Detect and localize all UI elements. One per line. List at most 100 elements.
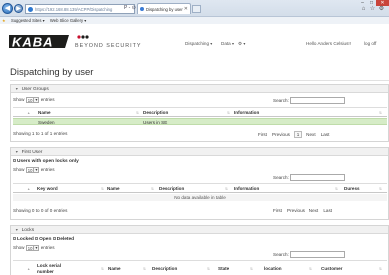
col-information[interactable]: Information — [234, 184, 259, 194]
col-lock-serial-number[interactable]: Lock serial number — [37, 261, 71, 275]
tools-gear-icon[interactable]: ⚙ — [378, 6, 385, 13]
open-locks-filter-label: Users with open locks only — [17, 159, 79, 164]
pager-current-page[interactable]: 1 — [293, 131, 303, 138]
app-header: KABA BEYOND SECURITY Dispatching ▾ Data … — [0, 24, 389, 64]
filter-open-label[interactable]: Open — [39, 237, 51, 242]
pager-first[interactable]: First — [273, 208, 282, 213]
show-label: Show — [13, 245, 25, 251]
back-button[interactable]: ◀ — [2, 3, 13, 14]
sort-icon[interactable]: ⇅ — [225, 184, 228, 194]
search-label: Search: — [273, 98, 289, 103]
length-control: Show 10 ▼ entries — [13, 167, 55, 173]
deleted-checkbox[interactable] — [52, 237, 56, 241]
chevron-down-icon: ▾ — [243, 42, 246, 46]
pager-last[interactable]: Last — [323, 208, 332, 213]
menu-data[interactable]: Data ▾ — [221, 41, 234, 46]
open-checkbox[interactable] — [35, 237, 39, 241]
col-description[interactable]: Description — [152, 261, 177, 275]
filter-locked-label[interactable]: Locked — [17, 237, 34, 242]
col-description[interactable]: Description — [143, 108, 168, 118]
collapse-caret-icon: ▼ — [15, 87, 19, 91]
first-user-header[interactable]: ▼ First User — [11, 148, 388, 156]
search-input[interactable] — [290, 251, 345, 258]
sort-asc-icon[interactable]: ▲ — [27, 184, 30, 194]
col-name[interactable]: Name — [107, 184, 120, 194]
chevron-down-icon[interactable]: ▼ — [33, 97, 40, 103]
chevron-down-icon[interactable]: ▼ — [33, 167, 40, 173]
pager-last[interactable]: Last — [321, 132, 330, 137]
lock-state-filters: Locked Open Deleted — [13, 237, 74, 242]
sort-icon[interactable]: ⇅ — [379, 108, 382, 118]
greeting-link[interactable]: Hello Anders Celsius!! — [306, 41, 351, 46]
table-row[interactable]: Sweden Users in SE — [13, 118, 387, 125]
favorite-suggested-sites[interactable]: Suggested Sites ▾ — [11, 18, 45, 23]
col-information[interactable]: Information — [234, 108, 259, 118]
search-input[interactable] — [290, 174, 345, 181]
col-location[interactable]: location — [264, 261, 282, 275]
col-duress[interactable]: Duress — [344, 184, 360, 194]
sort-icon[interactable]: ⇅ — [250, 261, 253, 275]
favorite-web-slice-gallery[interactable]: Web Slice Gallery ▾ — [50, 18, 86, 23]
sort-icon[interactable]: ⇅ — [207, 261, 210, 275]
sort-icon[interactable]: ⇅ — [379, 261, 382, 275]
sort-icon[interactable]: ⇅ — [379, 184, 382, 194]
col-name[interactable]: Name — [38, 108, 51, 118]
locks-panel: ▼ Locks Locked Open Deleted Show 10 ▼ entr… — [10, 225, 389, 275]
chevron-down-icon[interactable]: ▼ — [33, 245, 40, 251]
pager-next[interactable]: Next — [309, 208, 318, 213]
locks-title: Locks — [21, 228, 35, 233]
home-icon[interactable]: ⌂ — [360, 6, 367, 13]
first-user-title: First User — [21, 150, 43, 155]
open-locks-filter[interactable]: Users with open locks only — [13, 159, 79, 164]
pager-next[interactable]: Next — [306, 132, 315, 137]
locked-checkbox[interactable] — [13, 237, 16, 241]
length-control: Show 10 ▼ entries — [13, 245, 55, 251]
sort-icon[interactable]: ⇅ — [143, 261, 146, 275]
entries-label: entries — [40, 245, 55, 251]
sort-icon[interactable]: ⇅ — [227, 108, 230, 118]
locks-table-header: ▲ Lock serial number ⇅ Name ⇅ Descriptio… — [13, 260, 387, 275]
chevron-down-icon: ▾ — [232, 42, 234, 46]
col-description[interactable]: Description — [159, 184, 184, 194]
table-info: Showing 0 to 0 of 0 entries — [13, 208, 68, 213]
svg-text:KABA: KABA — [12, 35, 54, 50]
collapse-caret-icon: ▼ — [15, 150, 19, 154]
settings-gear-icon: ⚙ — [238, 41, 243, 46]
sort-asc-icon[interactable]: ▲ — [27, 261, 30, 275]
logoff-link[interactable]: log off — [364, 41, 376, 46]
col-key-word[interactable]: Key word — [37, 184, 58, 194]
brand-tagline: BEYOND SECURITY — [75, 43, 142, 49]
menu-settings[interactable]: ⚙ ▾ — [238, 41, 245, 47]
address-bar[interactable]: https://192.168.88.139/ACPP/Dispatching — [25, 4, 135, 14]
sort-icon[interactable]: ⇅ — [309, 261, 312, 275]
sort-icon[interactable]: ⇅ — [335, 184, 338, 194]
menu-dispatching[interactable]: Dispatching ▾ — [185, 41, 212, 46]
favorites-icon[interactable]: ★ — [2, 18, 6, 23]
user-groups-header[interactable]: ▼ User Groups — [11, 85, 388, 93]
col-name[interactable]: Name — [108, 261, 121, 275]
brand-dots-icon — [77, 35, 89, 39]
favorites-star-icon[interactable]: ☆ — [369, 6, 376, 13]
col-customer[interactable]: Customer — [321, 261, 342, 275]
pager-first[interactable]: First — [258, 132, 267, 137]
new-tab-button[interactable] — [192, 5, 201, 13]
sort-icon[interactable]: ⇅ — [151, 184, 154, 194]
tab-close-icon[interactable]: ✕ — [184, 4, 188, 14]
filter-checkbox[interactable] — [13, 159, 16, 163]
col-state[interactable]: State — [218, 261, 229, 275]
sort-icon[interactable]: ⇅ — [101, 261, 104, 275]
kaba-logo[interactable]: KABA — [9, 34, 69, 49]
favorites-bar: ★ Suggested Sites ▾ Web Slice Gallery ▾ — [0, 16, 389, 24]
sort-asc-icon[interactable]: ▲ — [27, 108, 30, 118]
pager-previous[interactable]: Previous — [272, 132, 290, 137]
forward-button[interactable]: ▶ — [14, 4, 23, 13]
filter-deleted-label[interactable]: Deleted — [57, 237, 74, 242]
browser-tab[interactable]: Dispatching by user ✕ — [137, 3, 191, 14]
sort-icon[interactable]: ⇅ — [101, 184, 104, 194]
user-groups-title: User Groups — [21, 87, 49, 92]
pager-previous[interactable]: Previous — [287, 208, 305, 213]
sort-icon[interactable]: ⇅ — [136, 108, 139, 118]
title-divider — [10, 80, 389, 81]
locks-header[interactable]: ▼ Locks — [11, 226, 388, 234]
search-input[interactable] — [290, 97, 345, 104]
